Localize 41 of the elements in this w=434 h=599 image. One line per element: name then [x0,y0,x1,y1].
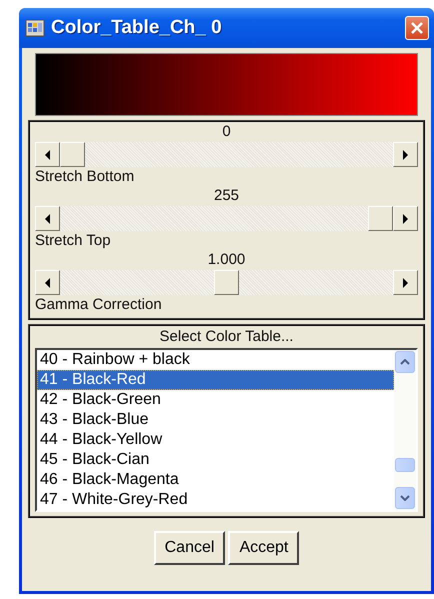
slider-value: 0 [222,122,231,142]
slider-label: Gamma Correction [35,295,162,314]
right-arrow-icon [402,212,409,224]
window-title: Color_Table_Ch_ 0 [51,17,223,39]
scroll-right-button[interactable] [393,142,418,167]
down-caret-icon [400,495,410,501]
list-title: Select Color Table... [160,327,294,347]
slider-value: 255 [214,186,240,206]
slider-label: Stretch Top [35,231,111,250]
up-caret-icon [400,359,410,365]
scroll-right-button[interactable] [393,206,418,231]
right-arrow-icon [402,276,409,288]
scroll-up-button[interactable] [395,351,415,373]
list-item[interactable]: 41 - Black-Red [37,370,394,390]
app-icon [25,18,45,38]
scroll-down-button[interactable] [395,487,415,509]
close-button[interactable] [405,16,429,40]
scrollbar-thumb[interactable] [395,458,415,472]
scroll-right-button[interactable] [393,270,418,295]
list-item[interactable]: 42 - Black-Green [37,390,394,410]
slider-thumb[interactable] [368,206,393,231]
list-item[interactable]: 40 - Rainbow + black [37,350,394,370]
left-arrow-icon [44,276,51,288]
left-arrow-icon [44,148,51,160]
slider-label: Stretch Bottom [35,167,134,186]
slider-thumb[interactable] [214,270,239,295]
dialog-button[interactable]: Accept [228,531,300,565]
close-icon [410,21,424,35]
slider-thumb[interactable] [60,142,85,167]
list-item[interactable]: 44 - Black-Yellow [37,430,394,450]
list-item[interactable]: 45 - Black-Cian [37,450,394,470]
left-arrow-icon [44,212,51,224]
slider-value: 1.000 [208,250,246,270]
scroll-left-button[interactable] [35,206,60,231]
list-item[interactable]: 43 - Black-Blue [37,410,394,430]
right-arrow-icon [402,148,409,160]
list-item[interactable]: 47 - White-Grey-Red [37,490,394,510]
dialog-button[interactable]: Cancel [154,531,226,565]
scroll-left-button[interactable] [35,270,60,295]
list-item[interactable]: 46 - Black-Magenta [37,470,394,490]
scroll-left-button[interactable] [35,142,60,167]
